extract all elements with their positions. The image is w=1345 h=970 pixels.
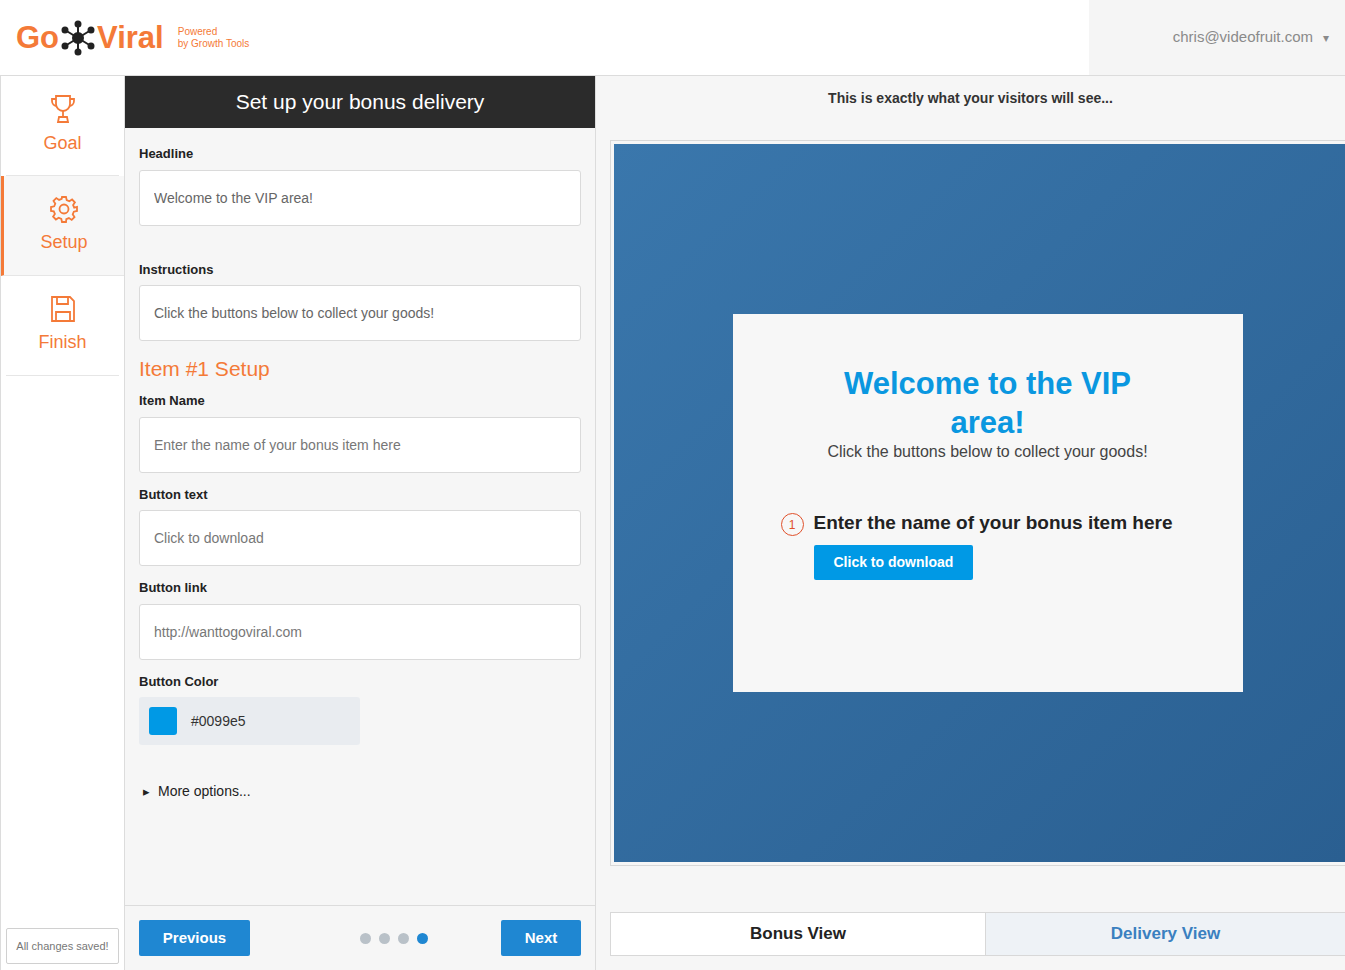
step-dots bbox=[360, 933, 428, 944]
field-label: Button link bbox=[139, 578, 581, 598]
view-tab[interactable]: Bonus View bbox=[611, 913, 985, 955]
trophy-icon bbox=[50, 94, 76, 124]
gear-icon bbox=[50, 195, 78, 223]
tab-label: Bonus View bbox=[750, 921, 846, 947]
network-icon bbox=[60, 20, 96, 56]
form-title-bar: Set up your bonus delivery bbox=[125, 76, 595, 128]
view-tab[interactable]: Delivery View bbox=[985, 913, 1345, 955]
bonus-card: Welcome to the VIP area! Click the butto… bbox=[733, 314, 1243, 692]
field-label: Item Name bbox=[139, 391, 581, 411]
instructions-input[interactable] bbox=[139, 285, 581, 341]
button-label: Next bbox=[525, 929, 558, 946]
sidebar-label: Finish bbox=[38, 329, 86, 356]
field-label: Button Color bbox=[139, 672, 581, 692]
button-text-input[interactable] bbox=[139, 510, 581, 566]
color-swatch bbox=[149, 707, 177, 735]
sidebar-item[interactable]: Goal bbox=[6, 76, 119, 176]
item-number: 1 bbox=[781, 513, 804, 536]
download-button[interactable]: Click to download bbox=[814, 545, 974, 580]
tab-label: Delivery View bbox=[1111, 921, 1220, 947]
step-dot[interactable] bbox=[360, 933, 371, 944]
top-bar: Go Viral Powered by Growth Tools chris@v… bbox=[0, 0, 1345, 76]
card-instructions: Click the buttons below to collect your … bbox=[827, 442, 1147, 461]
logo-tagline: by Growth Tools bbox=[178, 38, 250, 50]
logo-tagline: Powered bbox=[178, 26, 250, 38]
step-dot[interactable] bbox=[379, 933, 390, 944]
preview-caption: This is exactly what your visitors will … bbox=[828, 88, 1113, 109]
headline-input[interactable] bbox=[139, 170, 581, 226]
button-label: Click to download bbox=[834, 554, 954, 570]
bonus-item: 1 Enter the name of your bonus item here C… bbox=[781, 511, 1203, 580]
field-label: Instructions bbox=[139, 260, 581, 280]
color-picker[interactable]: #0099e5 bbox=[139, 697, 360, 745]
card-headline: Welcome to the VIP area! bbox=[818, 364, 1158, 442]
save-icon bbox=[50, 295, 76, 323]
step-dot[interactable] bbox=[398, 933, 409, 944]
disclosure-icon: ▸ bbox=[143, 782, 150, 802]
next-button[interactable]: Next bbox=[501, 920, 581, 956]
save-status: All changes saved! bbox=[6, 928, 119, 965]
sidebar: Goal Setup Finish All changes saved! bbox=[0, 76, 125, 970]
sidebar-label: Goal bbox=[43, 130, 81, 157]
view-tabs: Bonus View Delivery View bbox=[610, 912, 1345, 956]
field-label: Headline bbox=[139, 144, 581, 164]
preview-background: Welcome to the VIP area! Click the butto… bbox=[614, 144, 1345, 862]
preview-panel: This is exactly what your visitors will … bbox=[596, 76, 1345, 970]
save-status-text: All changes saved! bbox=[16, 940, 108, 952]
step-dot[interactable] bbox=[417, 933, 428, 944]
user-email: chris@videofruit.com bbox=[1173, 26, 1313, 49]
user-menu[interactable]: chris@videofruit.com ▾ bbox=[1089, 0, 1345, 75]
more-options-label: More options... bbox=[158, 781, 251, 802]
sidebar-item[interactable]: Setup bbox=[1, 176, 124, 276]
logo-suffix: Viral bbox=[97, 22, 164, 53]
button-label: Previous bbox=[163, 929, 226, 946]
form-title: Set up your bonus delivery bbox=[236, 86, 485, 118]
logo-prefix: Go bbox=[16, 22, 59, 53]
caret-icon: ▾ bbox=[1323, 29, 1329, 47]
item-name-input[interactable] bbox=[139, 417, 581, 473]
logo[interactable]: Go Viral Powered by Growth Tools bbox=[0, 0, 1089, 75]
previous-button[interactable]: Previous bbox=[139, 920, 250, 956]
button-link-input[interactable] bbox=[139, 604, 581, 660]
field-label: Button text bbox=[139, 485, 581, 505]
color-value: #0099e5 bbox=[191, 711, 246, 732]
item-name: Enter the name of your bonus item here bbox=[814, 511, 1173, 535]
form-footer: Previous Next bbox=[125, 905, 595, 970]
sidebar-label: Setup bbox=[40, 229, 87, 256]
more-options-toggle[interactable]: ▸ More options... bbox=[139, 781, 581, 802]
sidebar-item[interactable]: Finish bbox=[6, 276, 119, 376]
form-panel: Set up your bonus delivery Headline Inst… bbox=[125, 76, 596, 970]
item-heading: Item #1 Setup bbox=[139, 355, 581, 383]
